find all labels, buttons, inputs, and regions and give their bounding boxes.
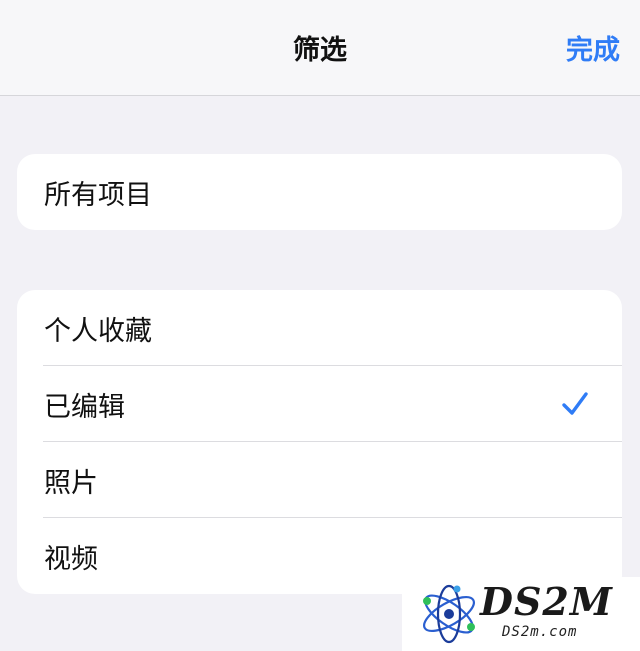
checkmark-icon: [562, 392, 588, 415]
filter-row-label: 个人收藏: [44, 315, 152, 347]
filter-row-label: 所有项目: [44, 179, 152, 211]
done-button[interactable]: 完成: [566, 28, 620, 67]
filter-options-group: 个人收藏 已编辑 照片 视频: [17, 290, 622, 594]
atom-logo-icon: [423, 584, 475, 644]
page-title: 筛选: [293, 35, 347, 66]
filter-row-favorites[interactable]: 个人收藏: [17, 290, 622, 366]
filter-row-label: 视频: [44, 543, 98, 575]
navigation-bar: 筛选 完成: [0, 0, 640, 96]
filter-row-all-items[interactable]: 所有项目: [17, 154, 622, 230]
all-items-group: 所有项目: [17, 154, 622, 230]
filter-row-label: 已编辑: [44, 391, 125, 423]
filter-row-label: 照片: [44, 467, 98, 499]
watermark: DS2M DS2m.com: [402, 577, 640, 651]
filter-row-edited[interactable]: 已编辑: [17, 366, 622, 442]
watermark-brand: DS2M: [480, 579, 613, 624]
watermark-domain: DS2m.com: [502, 624, 578, 640]
filter-screen: 筛选 完成 所有项目 个人收藏 已编辑 照片 视频 DS2M DS2m.com: [0, 0, 640, 651]
filter-row-photos[interactable]: 照片: [17, 442, 622, 518]
